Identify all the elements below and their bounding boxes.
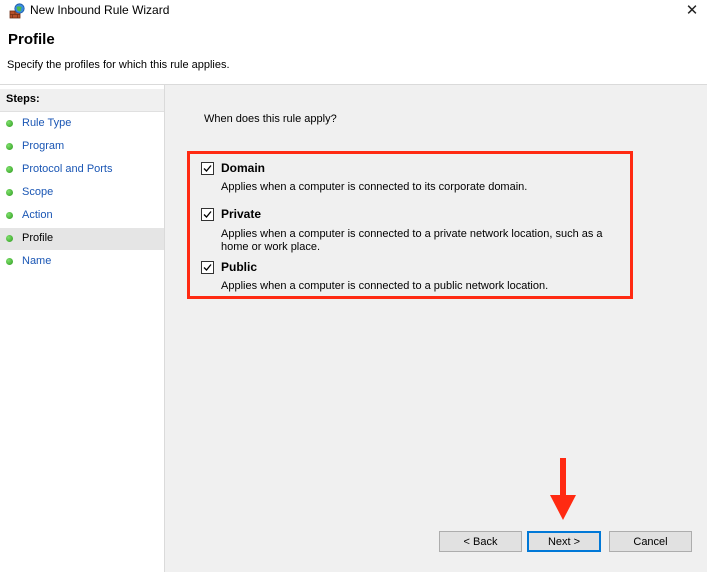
- page-title: Profile: [8, 31, 55, 48]
- step-rule-type[interactable]: Rule Type: [0, 113, 164, 135]
- highlight-box: [187, 151, 633, 299]
- step-label: Rule Type: [22, 117, 72, 129]
- step-bullet-icon: [6, 120, 13, 127]
- main-panel: When does this rule apply? Domain Applie…: [165, 85, 707, 572]
- title-bar: New Inbound Rule Wizard ✕: [0, 0, 707, 22]
- steps-panel: Steps: Rule Type Program Protocol and Po…: [0, 85, 165, 572]
- step-protocol-and-ports[interactable]: Protocol and Ports: [0, 159, 164, 181]
- close-icon: ✕: [685, 2, 699, 19]
- steps-heading: Steps:: [0, 89, 164, 112]
- step-bullet-icon: [6, 166, 13, 173]
- close-button[interactable]: ✕: [677, 0, 707, 22]
- firewall-icon: [9, 3, 25, 19]
- step-label: Name: [22, 255, 52, 267]
- arrow-down-icon: [550, 458, 576, 520]
- step-action[interactable]: Action: [0, 205, 164, 227]
- rule-question: When does this rule apply?: [204, 113, 337, 125]
- step-profile[interactable]: Profile: [0, 228, 164, 250]
- step-scope[interactable]: Scope: [0, 182, 164, 204]
- step-label: Profile: [22, 232, 54, 244]
- steps-heading-label: Steps:: [6, 93, 40, 105]
- step-label: Protocol and Ports: [22, 163, 113, 175]
- step-program[interactable]: Program: [0, 136, 164, 158]
- step-bullet-icon: [6, 143, 13, 150]
- step-label: Program: [22, 140, 65, 152]
- step-bullet-icon: [6, 189, 13, 196]
- back-button[interactable]: < Back: [439, 531, 522, 552]
- next-button[interactable]: Next >: [527, 531, 601, 552]
- page-description: Specify the profiles for which this rule…: [7, 59, 230, 71]
- step-name[interactable]: Name: [0, 251, 164, 273]
- step-label: Scope: [22, 186, 54, 198]
- step-label: Action: [22, 209, 53, 221]
- step-bullet-icon: [6, 212, 13, 219]
- cancel-button[interactable]: Cancel: [609, 531, 692, 552]
- step-bullet-icon: [6, 258, 13, 265]
- window-title: New Inbound Rule Wizard: [30, 3, 170, 17]
- step-bullet-icon: [6, 235, 13, 242]
